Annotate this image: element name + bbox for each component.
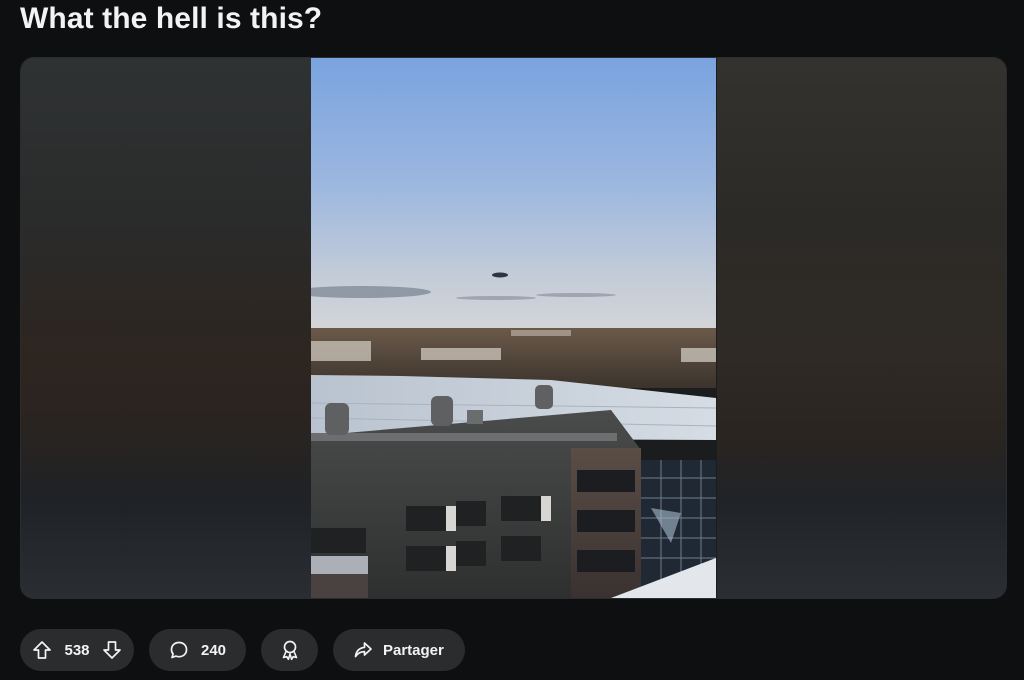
speech-bubble-icon xyxy=(167,638,191,662)
share-button[interactable]: Partager xyxy=(333,629,465,671)
comments-button[interactable]: 240 xyxy=(149,629,246,671)
post-media[interactable] xyxy=(20,57,1007,599)
post-actions-bar: 538 240 Partager xyxy=(20,629,465,671)
arrow-up-icon[interactable] xyxy=(30,638,54,662)
comment-count: 240 xyxy=(201,641,227,659)
share-arrow-icon xyxy=(351,638,375,662)
media-blur-right xyxy=(717,58,1006,598)
vote-control: 538 xyxy=(20,629,134,671)
vote-count: 538 xyxy=(64,641,90,659)
post-title: What the hell is this? xyxy=(20,2,323,35)
post-image[interactable] xyxy=(311,58,716,598)
media-blur-left xyxy=(21,58,312,598)
award-ribbon-icon xyxy=(278,638,302,662)
award-button[interactable] xyxy=(261,629,318,671)
share-label: Partager xyxy=(383,641,444,659)
arrow-down-icon[interactable] xyxy=(100,638,124,662)
